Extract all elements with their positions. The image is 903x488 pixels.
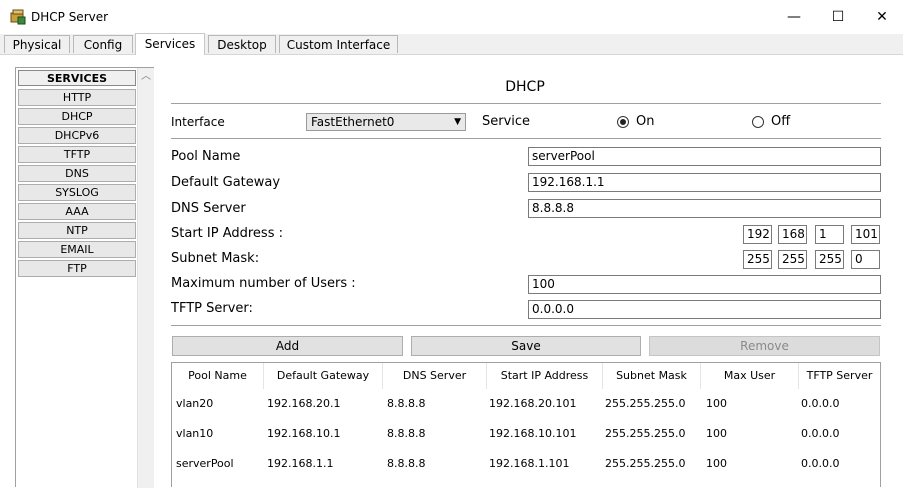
service-ntp-button[interactable]: NTP [18, 222, 136, 239]
divider [171, 325, 881, 326]
service-dhcp-button[interactable]: DHCP [18, 108, 136, 125]
cell-default-gateway: 192.168.20.1 [267, 397, 341, 410]
cell-subnet-mask: 255.255.255.0 [605, 457, 686, 470]
service-http-button[interactable]: HTTP [18, 89, 136, 106]
service-aaa-button[interactable]: AAA [18, 203, 136, 220]
max-users-input[interactable]: 100 [528, 275, 881, 294]
column-header-start-ip[interactable]: Start IP Address [487, 363, 603, 389]
interface-select-value: FastEthernet0 [311, 115, 395, 129]
dns-server-input[interactable]: 8.8.8.8 [528, 199, 881, 218]
cell-pool-name: serverPool [176, 457, 234, 470]
pool-name-input[interactable]: serverPool [528, 147, 881, 166]
cell-pool-name: vlan10 [176, 427, 214, 440]
cell-subnet-mask: 255.255.255.0 [605, 397, 686, 410]
services-header: SERVICES [18, 70, 136, 86]
services-scrollbar[interactable]: ︿ [137, 68, 154, 488]
tab-config[interactable]: Config [73, 35, 133, 53]
cell-dns-server: 8.8.8.8 [387, 457, 426, 470]
maximize-button[interactable]: ☐ [818, 4, 858, 30]
cell-default-gateway: 192.168.1.1 [267, 457, 334, 470]
cell-start-ip: 192.168.10.101 [489, 427, 577, 440]
column-header-subnet-mask[interactable]: Subnet Mask [603, 363, 701, 389]
cell-start-ip: 192.168.20.101 [489, 397, 577, 410]
scroll-up-arrow-icon[interactable]: ︿ [139, 70, 153, 84]
divider [171, 103, 881, 104]
service-email-button[interactable]: EMAIL [18, 241, 136, 258]
default-gateway-label: Default Gateway [171, 175, 281, 190]
subnet-mask-label: Subnet Mask: [171, 251, 260, 266]
start-ip-octet-4[interactable]: 101 [851, 225, 880, 244]
column-header-pool-name[interactable]: Pool Name [172, 363, 264, 389]
column-header-dns-server[interactable]: DNS Server [383, 363, 487, 389]
interface-select[interactable]: FastEthernet0 ▼ [306, 113, 466, 131]
service-off-label: Off [771, 114, 791, 129]
cell-subnet-mask: 255.255.255.0 [605, 427, 686, 440]
cell-tftp-server: 0.0.0.0 [801, 427, 840, 440]
start-ip-octet-3[interactable]: 1 [815, 225, 844, 244]
tab-physical[interactable]: Physical [4, 35, 70, 53]
cell-start-ip: 192.168.1.101 [489, 457, 570, 470]
subnet-octet-3[interactable]: 255 [815, 250, 844, 269]
tab-custom-interface[interactable]: Custom Interface [279, 35, 398, 53]
service-tftp-button[interactable]: TFTP [18, 146, 136, 163]
title-bar: DHCP Server — ☐ ✕ [0, 0, 903, 34]
save-button[interactable]: Save [411, 336, 641, 356]
service-on-label: On [636, 114, 655, 129]
pool-name-label: Pool Name [171, 149, 241, 164]
minimize-button[interactable]: — [774, 4, 814, 30]
add-button[interactable]: Add [172, 336, 403, 356]
cell-max-user: 100 [706, 457, 727, 470]
tab-desktop[interactable]: Desktop [208, 35, 276, 53]
cell-dns-server: 8.8.8.8 [387, 427, 426, 440]
chevron-down-icon: ▼ [454, 117, 461, 127]
subnet-octet-1[interactable]: 255 [743, 250, 772, 269]
service-dhcpv6-button[interactable]: DHCPv6 [18, 127, 136, 144]
service-syslog-button[interactable]: SYSLOG [18, 184, 136, 201]
start-ip-octet-1[interactable]: 192 [743, 225, 772, 244]
window-title: DHCP Server [31, 10, 109, 24]
dhcp-heading: DHCP [505, 79, 545, 95]
service-off-radio[interactable] [752, 116, 764, 128]
remove-button[interactable]: Remove [649, 336, 880, 356]
max-users-label: Maximum number of Users : [171, 276, 356, 291]
column-header-max-user[interactable]: Max User [701, 363, 799, 389]
tab-services[interactable]: Services [135, 33, 205, 55]
tab-bar: Physical Config Services Desktop Custom … [0, 33, 903, 55]
cell-tftp-server: 0.0.0.0 [801, 397, 840, 410]
cell-default-gateway: 192.168.10.1 [267, 427, 341, 440]
column-header-tftp-server[interactable]: TFTP Server [799, 363, 880, 389]
cell-max-user: 100 [706, 427, 727, 440]
start-ip-label: Start IP Address : [171, 226, 283, 241]
subnet-octet-2[interactable]: 255 [778, 250, 807, 269]
dns-server-label: DNS Server [171, 201, 246, 216]
default-gateway-input[interactable]: 192.168.1.1 [528, 173, 881, 192]
service-dns-button[interactable]: DNS [18, 165, 136, 182]
pool-table: Pool Name Default Gateway DNS Server Sta… [171, 362, 881, 487]
service-on-radio[interactable] [617, 116, 629, 128]
tftp-server-input[interactable]: 0.0.0.0 [528, 300, 881, 319]
cell-max-user: 100 [706, 397, 727, 410]
cell-tftp-server: 0.0.0.0 [801, 457, 840, 470]
start-ip-octet-2[interactable]: 168 [778, 225, 807, 244]
interface-label: Interface [171, 115, 225, 129]
service-ftp-button[interactable]: FTP [18, 260, 136, 277]
column-header-default-gateway[interactable]: Default Gateway [264, 363, 383, 389]
service-label: Service [482, 114, 531, 129]
divider [171, 138, 881, 139]
cell-dns-server: 8.8.8.8 [387, 397, 426, 410]
cell-pool-name: vlan20 [176, 397, 214, 410]
packet-tracer-server-icon [10, 9, 26, 25]
close-button[interactable]: ✕ [862, 4, 902, 30]
radio-selected-dot [620, 119, 626, 125]
tftp-server-label: TFTP Server: [171, 301, 253, 316]
subnet-octet-4[interactable]: 0 [851, 250, 880, 269]
services-list-panel: SERVICES HTTP DHCP DHCPv6 TFTP DNS SYSLO… [15, 67, 154, 488]
